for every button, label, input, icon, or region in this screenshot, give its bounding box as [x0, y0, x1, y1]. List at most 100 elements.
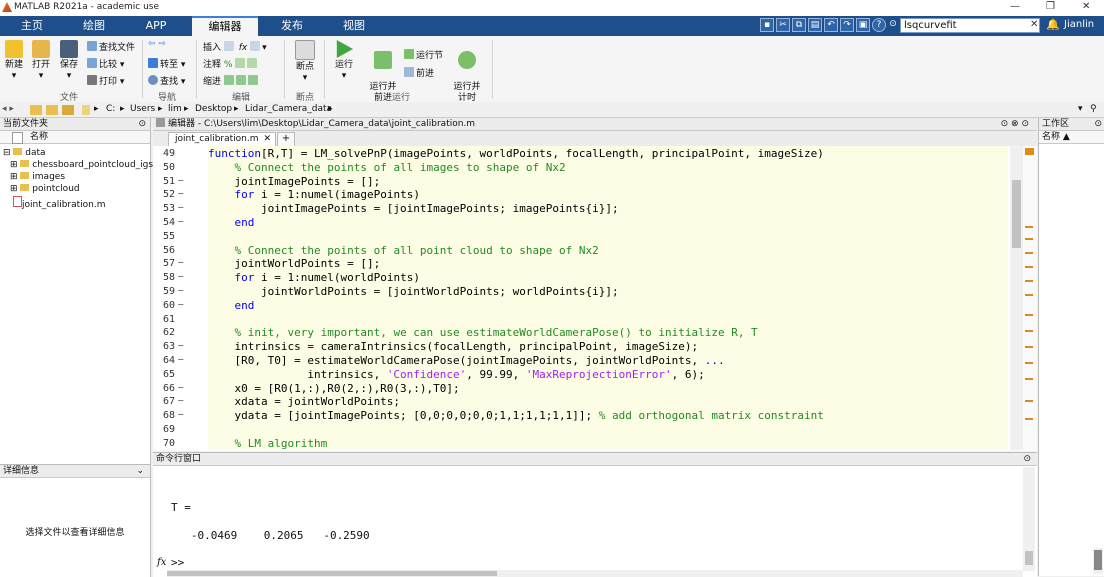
- notification-bell-icon[interactable]: 🔔: [1046, 18, 1060, 31]
- copy-quick-icon[interactable]: ⧉: [792, 18, 806, 32]
- executable-line-marker[interactable]: –: [178, 272, 183, 282]
- code-line[interactable]: for i = 1:numel(imagePoints): [208, 188, 420, 201]
- command-hscroll-thumb[interactable]: [167, 571, 497, 576]
- tab-view[interactable]: 视图: [330, 16, 378, 36]
- cut-quick-icon[interactable]: ✂: [776, 18, 790, 32]
- tab-apps[interactable]: APP: [132, 16, 180, 36]
- executable-line-marker[interactable]: –: [178, 203, 183, 213]
- workspace-name-column[interactable]: 名称 ▲: [1039, 131, 1104, 144]
- find-files-button[interactable]: 查找文件: [87, 40, 135, 53]
- collapse-icon[interactable]: ⌄: [136, 465, 144, 478]
- run-section-button[interactable]: 运行节: [404, 48, 443, 61]
- address-dropdown-icon[interactable]: ▾: [1078, 104, 1083, 114]
- executable-line-marker[interactable]: –: [178, 300, 183, 310]
- tab-home[interactable]: 主页: [8, 16, 56, 36]
- redo-quick-icon[interactable]: ↷: [840, 18, 854, 32]
- up-folder-icon[interactable]: [46, 105, 58, 115]
- print-button[interactable]: 打印 ▾: [87, 74, 124, 87]
- fx-icon[interactable]: fx: [157, 557, 166, 568]
- close-tab-icon[interactable]: ✕: [263, 133, 271, 146]
- warning-indicator-icon[interactable]: [1025, 148, 1034, 155]
- nav-arrows-icon[interactable]: ◂ ▸: [2, 104, 14, 114]
- indent-button[interactable]: 缩进: [203, 74, 260, 87]
- code-line[interactable]: intrinsics, 'Confidence', 99.99, 'MaxRep…: [208, 368, 704, 381]
- warning-mark[interactable]: [1025, 346, 1033, 348]
- warning-mark[interactable]: [1025, 378, 1033, 380]
- executable-line-marker[interactable]: –: [178, 383, 183, 393]
- open-button[interactable]: 打开 ▾: [30, 40, 52, 82]
- maximize-button[interactable]: ❐: [1046, 1, 1055, 12]
- warning-mark[interactable]: [1025, 226, 1033, 228]
- warning-mark[interactable]: [1025, 238, 1033, 240]
- code-line[interactable]: [R0, T0] = estimateWorldCameraPose(joint…: [208, 354, 724, 367]
- breadcrumb-desktop[interactable]: Desktop: [195, 104, 232, 114]
- executable-line-marker[interactable]: –: [178, 341, 183, 351]
- code-line[interactable]: % init, very important, we can use estim…: [208, 326, 758, 339]
- panel-menu-icon[interactable]: ⊙: [138, 118, 146, 131]
- clear-search-icon[interactable]: ✕: [1030, 19, 1038, 30]
- goto-button[interactable]: 转至 ▾: [148, 57, 185, 70]
- warning-mark[interactable]: [1025, 400, 1033, 402]
- switch-window-icon[interactable]: ▣: [856, 18, 870, 32]
- new-button[interactable]: 新建 ▾: [3, 40, 25, 82]
- code-line[interactable]: x0 = [R0(1,:),R0(2,:),R0(3,:),T0];: [208, 382, 459, 395]
- command-scroll-thumb[interactable]: [1025, 551, 1033, 565]
- executable-line-marker[interactable]: –: [178, 176, 183, 186]
- executable-line-marker[interactable]: –: [178, 286, 183, 296]
- code-line[interactable]: xdata = jointWorldPoints;: [208, 395, 400, 408]
- command-prompt[interactable]: >>: [171, 556, 184, 569]
- tree-item-pointcloud[interactable]: ⊞ pointcloud: [10, 184, 80, 194]
- tab-plots[interactable]: 绘图: [70, 16, 118, 36]
- code-line[interactable]: for i = 1:numel(worldPoints): [208, 271, 420, 284]
- close-button[interactable]: ✕: [1082, 1, 1090, 12]
- warning-mark[interactable]: [1025, 362, 1033, 364]
- warning-mark[interactable]: [1025, 266, 1033, 268]
- run-button[interactable]: 运行 ▾: [332, 40, 356, 82]
- insert-button[interactable]: 插入 fx ▾: [203, 40, 267, 53]
- executable-line-marker[interactable]: –: [178, 396, 183, 406]
- code-line[interactable]: end: [208, 216, 255, 229]
- back-forward-buttons[interactable]: ⇦ ⇨: [148, 39, 166, 49]
- help-dropdown-icon[interactable]: ⊙: [886, 18, 900, 32]
- warning-mark[interactable]: [1025, 330, 1033, 332]
- code-line[interactable]: % LM algorithm: [208, 437, 328, 450]
- documentation-search-input[interactable]: lsqcurvefit: [900, 18, 1040, 33]
- breadcrumb-lidar[interactable]: Lidar_Camera_data: [245, 104, 332, 114]
- code-line[interactable]: % Connect the points of all point cloud …: [208, 244, 599, 257]
- warning-mark[interactable]: [1025, 314, 1033, 316]
- executable-line-marker[interactable]: –: [178, 217, 183, 227]
- code-line[interactable]: jointWorldPoints = [];: [208, 257, 380, 270]
- code-line[interactable]: function[R,T] = LM_solvePnP(imagePoints,…: [208, 147, 824, 160]
- new-tab-button[interactable]: +: [277, 132, 295, 147]
- code-line[interactable]: intrinsics = cameraIntrinsics(focalLengt…: [208, 340, 698, 353]
- run-and-time-button[interactable]: 运行并 计时: [452, 40, 482, 104]
- breadcrumb-c[interactable]: C:: [106, 104, 115, 114]
- executable-line-marker[interactable]: –: [178, 355, 183, 365]
- editor-window-controls[interactable]: ⊙ ⊗ ⊙: [1001, 118, 1029, 131]
- breakpoints-button[interactable]: 断点 ▾: [292, 40, 318, 84]
- code-line[interactable]: % Connect the points of all images to sh…: [208, 161, 566, 174]
- tab-editor[interactable]: 编辑器: [192, 16, 258, 36]
- warning-mark[interactable]: [1025, 418, 1033, 420]
- code-line[interactable]: jointImagePoints = [];: [208, 175, 380, 188]
- breadcrumb-users[interactable]: Users: [130, 104, 155, 114]
- advance-button[interactable]: 前进: [404, 66, 434, 79]
- comment-button[interactable]: 注释 %: [203, 57, 259, 70]
- warning-mark[interactable]: [1025, 294, 1033, 296]
- editor-scroll-thumb[interactable]: [1012, 180, 1021, 248]
- undo-quick-icon[interactable]: ↶: [824, 18, 838, 32]
- tree-item-joint-calibration[interactable]: joint_calibration.m: [13, 196, 106, 210]
- tree-item-data[interactable]: ⊟ data: [3, 148, 46, 158]
- search-folder-icon[interactable]: ⚲: [1090, 104, 1097, 114]
- code-line[interactable]: jointImagePoints = [jointImagePoints; im…: [208, 202, 619, 215]
- save-quick-icon[interactable]: ▪: [760, 18, 774, 32]
- warning-mark[interactable]: [1025, 252, 1033, 254]
- browse-folder-icon[interactable]: [62, 105, 74, 115]
- fx-icon[interactable]: fx: [239, 43, 248, 53]
- workspace-menu-icon[interactable]: ⊙: [1094, 118, 1102, 131]
- workspace-scrollbar[interactable]: [1093, 548, 1103, 574]
- compare-button[interactable]: 比较 ▾: [87, 57, 124, 70]
- breadcrumb-lim[interactable]: lim: [168, 104, 182, 114]
- command-menu-icon[interactable]: ⊙: [1023, 453, 1031, 466]
- executable-line-marker[interactable]: –: [178, 189, 183, 199]
